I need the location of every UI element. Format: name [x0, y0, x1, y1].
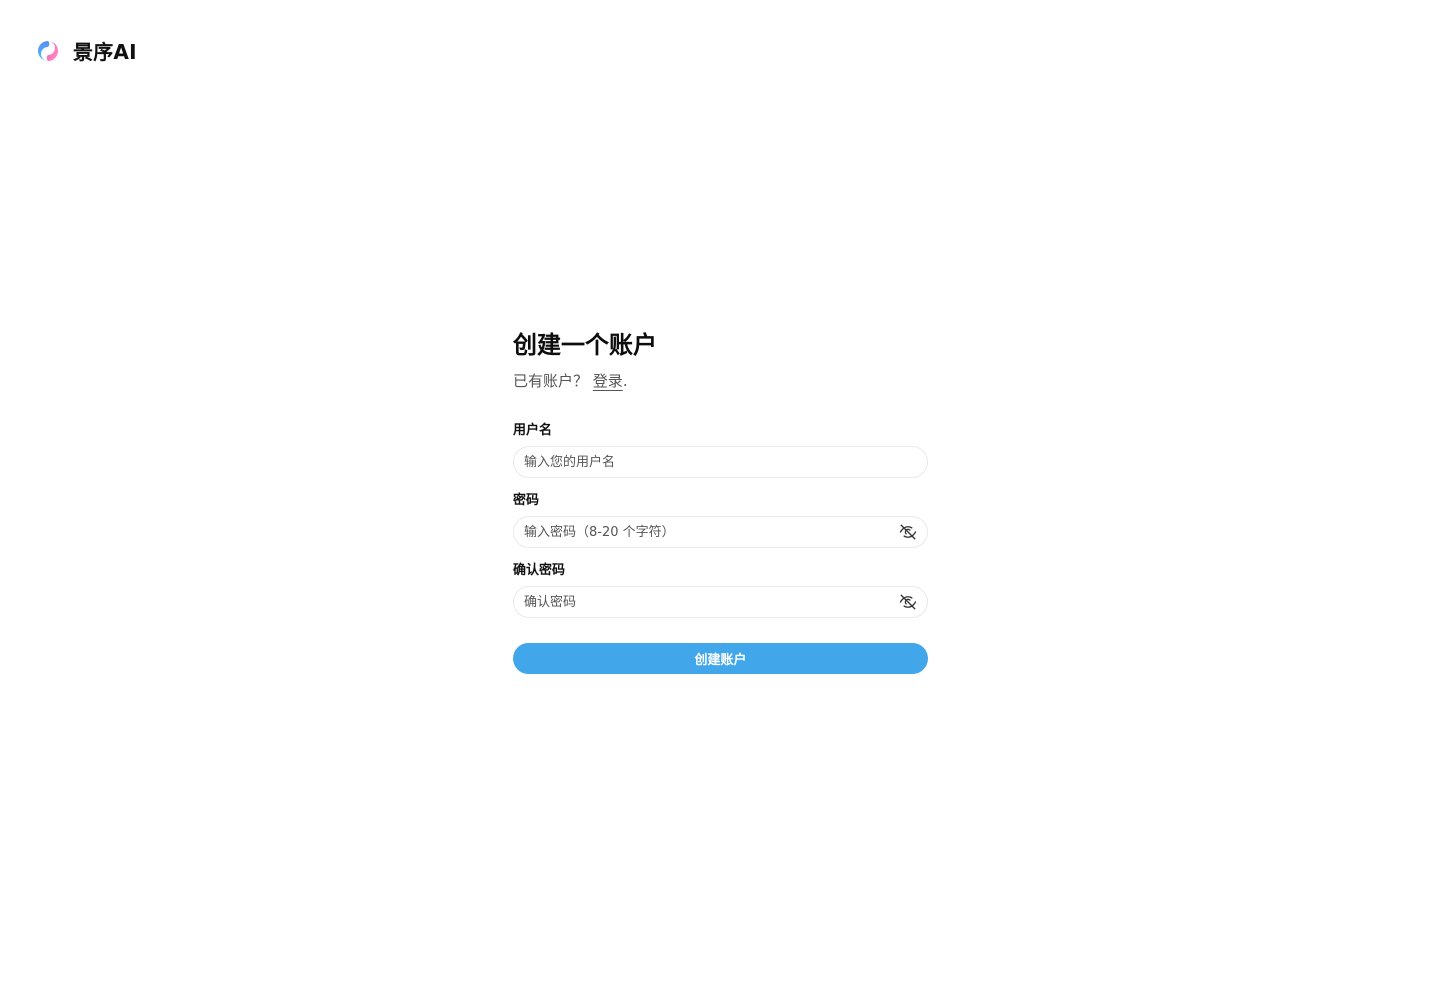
logo-icon — [38, 40, 58, 61]
username-label: 用户名 — [513, 423, 553, 438]
page-title: 创建一个账户 — [513, 331, 657, 359]
create-account-button[interactable]: 创建账户 — [513, 643, 928, 674]
login-prompt: 已有账户？ 登录. — [513, 370, 928, 392]
password-input[interactable] — [524, 517, 899, 547]
brand-name: 景序AI — [73, 40, 137, 64]
username-input[interactable] — [524, 447, 917, 477]
password-label: 密码 — [513, 493, 540, 508]
confirm-password-input[interactable] — [524, 587, 899, 617]
login-link[interactable]: 登录 — [593, 372, 623, 390]
eye-off-icon[interactable] — [899, 523, 917, 541]
confirm-password-label: 确认密码 — [513, 563, 566, 578]
confirm-password-field[interactable] — [513, 586, 928, 618]
signup-form: 创建一个账户 已有账户？ 登录. 用户名 密码 确认密码 创建账户 — [513, 328, 928, 674]
password-field[interactable] — [513, 516, 928, 548]
username-field[interactable] — [513, 446, 928, 478]
brand[interactable]: 景序AI — [37, 36, 137, 65]
login-prompt-period: . — [622, 372, 628, 390]
eye-off-icon[interactable] — [899, 593, 917, 611]
login-prompt-text: 已有账户？ — [513, 372, 589, 390]
